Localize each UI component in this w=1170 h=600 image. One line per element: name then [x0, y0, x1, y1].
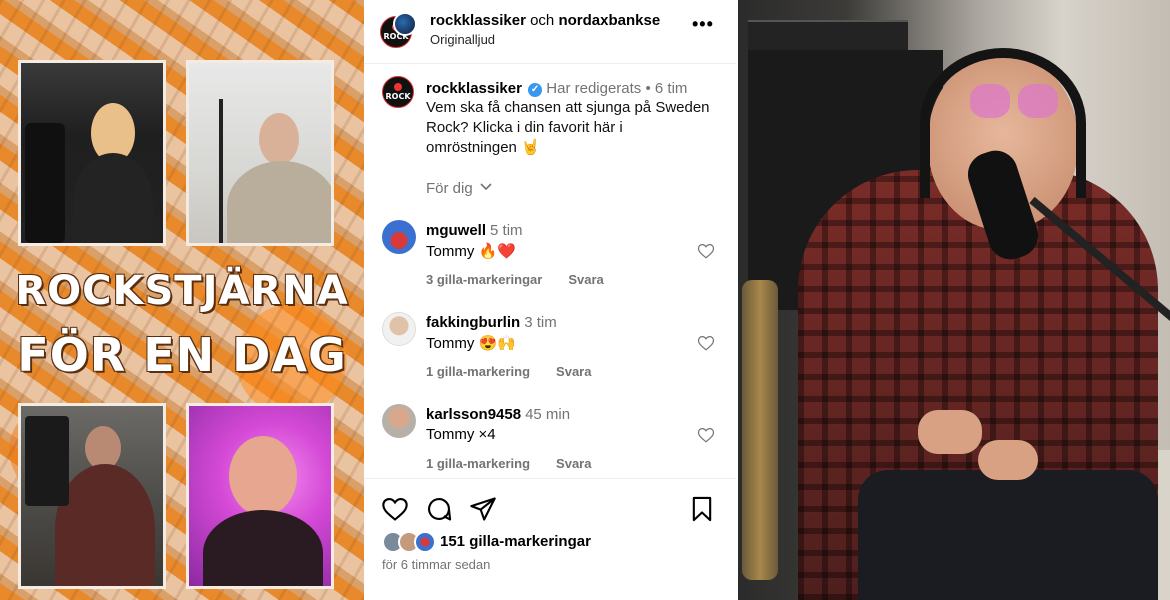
comment-text: Tommy ×4 — [426, 426, 496, 443]
caption-username[interactable]: rockklassiker — [426, 80, 522, 97]
reply-button[interactable]: Svara — [556, 456, 591, 471]
author-connector: och — [530, 12, 555, 29]
reply-button[interactable]: Svara — [568, 272, 603, 287]
post-header: ROCK rockklassiker och nordaxbankse Orig… — [364, 0, 736, 64]
comment-username[interactable]: mguwell — [426, 222, 486, 239]
edited-label: Har redigerats — [546, 80, 642, 97]
contestant-photo-1 — [18, 60, 166, 246]
heart-icon[interactable] — [697, 242, 715, 260]
bookmark-icon[interactable] — [688, 495, 716, 523]
poster-title-line2: FÖR EN DAG — [17, 328, 347, 382]
comment-time: 45 min — [525, 406, 571, 423]
comment-item: karlsson9458 45 min Tommy ×4 1 gilla-mark… — [382, 404, 722, 474]
guitar — [742, 280, 778, 580]
contestant-photo-2 — [186, 60, 334, 246]
author-link-nordaxbankse[interactable]: nordaxbankse — [558, 12, 660, 29]
comment-likes[interactable]: 1 gilla-markering — [426, 364, 530, 379]
poster-image: ROCKSTJÄRNA FÖR EN DAG — [0, 0, 364, 600]
commenter-avatar[interactable] — [382, 404, 416, 438]
comment-time: 3 tim — [524, 314, 557, 331]
comment-text: Tommy 😍🙌 — [426, 335, 516, 352]
likes-count[interactable]: 151 gilla-markeringar — [440, 533, 591, 550]
comment-icon[interactable] — [425, 495, 453, 523]
comment-likes[interactable]: 3 gilla-markeringar — [426, 272, 542, 287]
comment-likes[interactable]: 1 gilla-markering — [426, 456, 530, 471]
comment-filter-label: För dig — [426, 180, 473, 197]
send-icon[interactable] — [469, 495, 497, 523]
more-options-icon[interactable]: ••• — [692, 14, 714, 35]
comment-text: Tommy 🔥❤️ — [426, 243, 516, 260]
heart-icon[interactable] — [697, 426, 715, 444]
post-action-bar: 151 gilla-markeringar för 6 timmar sedan — [364, 478, 736, 600]
poster-title-line1: ROCKSTJÄRNA — [15, 268, 349, 314]
commenter-avatar[interactable] — [382, 312, 416, 346]
reply-button[interactable]: Svara — [556, 364, 591, 379]
caption-header: rockklassiker ✓ Har redigerats • 6 tim — [426, 80, 687, 97]
post-authors: rockklassiker och nordaxbankse — [430, 12, 660, 29]
singer-hand — [978, 440, 1038, 480]
contestant-photo-4 — [186, 403, 334, 589]
singer-legs — [858, 470, 1158, 600]
comment-username[interactable]: fakkingburlin — [426, 314, 520, 331]
heart-icon[interactable] — [697, 334, 715, 352]
comment-username[interactable]: karlsson9458 — [426, 406, 521, 423]
commenter-avatar[interactable] — [382, 220, 416, 254]
comment-item: fakkingburlin 3 tim Tommy 😍🙌 1 gilla-mark… — [382, 312, 722, 382]
caption-time: 6 tim — [654, 80, 688, 97]
comment-filter-dropdown[interactable]: För dig — [426, 180, 493, 197]
instagram-post-panel: ROCK rockklassiker och nordaxbankse Orig… — [364, 0, 736, 600]
author-link-rockklassiker[interactable]: rockklassiker — [430, 12, 526, 29]
comment-item: mguwell 5 tim Tommy 🔥❤️ 3 gilla-markering… — [382, 220, 722, 290]
pink-glasses — [970, 84, 1060, 124]
comment-time: 5 tim — [490, 222, 523, 239]
caption-avatar[interactable]: ROCK — [382, 76, 414, 108]
caption-text: Vem ska få chansen att sjunga på Sweden … — [426, 99, 710, 156]
contestant-photo-3 — [18, 403, 166, 589]
nordaxbankse-avatar[interactable] — [393, 12, 417, 36]
audio-label[interactable]: Originalljud — [430, 32, 495, 47]
singer-hand — [918, 410, 982, 454]
performance-video[interactable] — [738, 0, 1170, 600]
verified-badge-icon: ✓ — [528, 83, 543, 97]
chevron-down-icon — [480, 183, 492, 191]
heart-icon[interactable] — [381, 495, 409, 523]
caption-separator: • — [645, 80, 651, 97]
post-timestamp: för 6 timmar sedan — [382, 557, 491, 572]
